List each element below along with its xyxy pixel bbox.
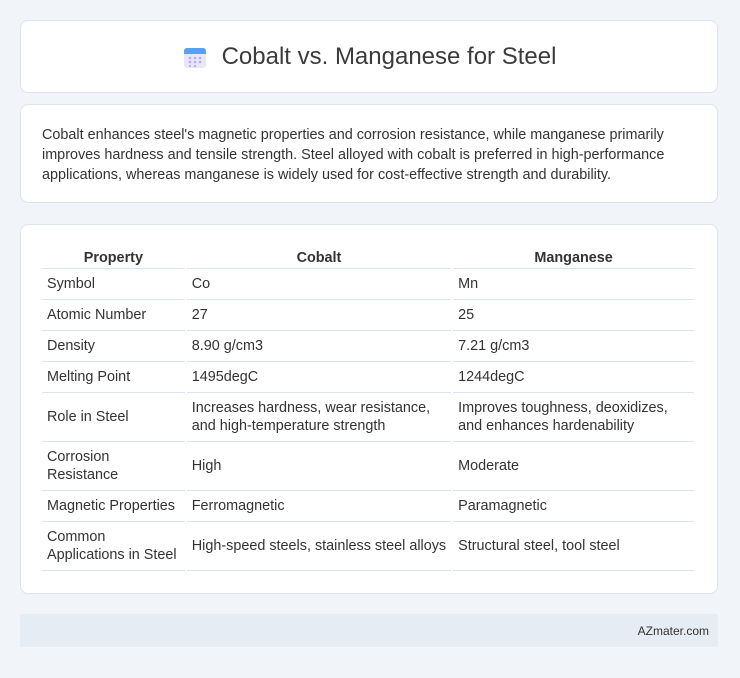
cobalt-cell: High (186, 442, 452, 491)
table-row: Corrosion Resistance High Moderate (42, 442, 694, 491)
manganese-cell: Moderate (453, 442, 694, 491)
manganese-cell: 25 (453, 300, 694, 331)
cobalt-cell: High-speed steels, stainless steel alloy… (186, 522, 452, 571)
comparison-table: Property Cobalt Manganese Symbol Co Mn A… (40, 245, 696, 571)
property-cell: Magnetic Properties (42, 491, 185, 522)
manganese-cell: 7.21 g/cm3 (453, 331, 694, 362)
table-row: Role in Steel Increases hardness, wear r… (42, 393, 694, 442)
manganese-cell: Improves toughness, deoxidizes, and enha… (453, 393, 694, 442)
title-card: Cobalt vs. Manganese for Steel (20, 20, 718, 93)
property-cell: Common Applications in Steel (42, 522, 185, 571)
title-wrap: Cobalt vs. Manganese for Steel (182, 42, 557, 71)
property-cell: Symbol (42, 269, 185, 300)
summary-card: Cobalt enhances steel's magnetic propert… (20, 104, 718, 203)
cobalt-cell: 1495degC (186, 362, 452, 393)
calendar-icon (182, 44, 208, 70)
property-cell: Melting Point (42, 362, 185, 393)
table-row: Atomic Number 27 25 (42, 300, 694, 331)
property-cell: Atomic Number (42, 300, 185, 331)
manganese-cell: Paramagnetic (453, 491, 694, 522)
page-title: Cobalt vs. Manganese for Steel (221, 42, 557, 70)
manganese-cell: 1244degC (453, 362, 694, 393)
table-row: Density 8.90 g/cm3 7.21 g/cm3 (42, 331, 694, 362)
header-cobalt: Cobalt (186, 245, 452, 269)
cobalt-cell: Co (186, 269, 452, 300)
cobalt-cell: Increases hardness, wear resistance, and… (186, 393, 452, 442)
property-cell: Corrosion Resistance (42, 442, 185, 491)
property-cell: Role in Steel (42, 393, 185, 442)
table-header-row: Property Cobalt Manganese (42, 245, 694, 269)
manganese-cell: Structural steel, tool steel (453, 522, 694, 571)
table-card: Property Cobalt Manganese Symbol Co Mn A… (20, 224, 718, 594)
summary-text: Cobalt enhances steel's magnetic propert… (42, 127, 665, 183)
cobalt-cell: 27 (186, 300, 452, 331)
footer-brand: AZmater.com (637, 623, 709, 638)
header-property: Property (42, 245, 185, 269)
cobalt-cell: Ferromagnetic (186, 491, 452, 522)
manganese-cell: Mn (453, 269, 694, 300)
table-row: Magnetic Properties Ferromagnetic Parama… (42, 491, 694, 522)
footer: AZmater.com (20, 614, 718, 647)
cobalt-cell: 8.90 g/cm3 (186, 331, 452, 362)
header-manganese: Manganese (453, 245, 694, 269)
property-cell: Density (42, 331, 185, 362)
table-row: Common Applications in Steel High-speed … (42, 522, 694, 571)
table-row: Symbol Co Mn (42, 269, 694, 300)
table-row: Melting Point 1495degC 1244degC (42, 362, 694, 393)
